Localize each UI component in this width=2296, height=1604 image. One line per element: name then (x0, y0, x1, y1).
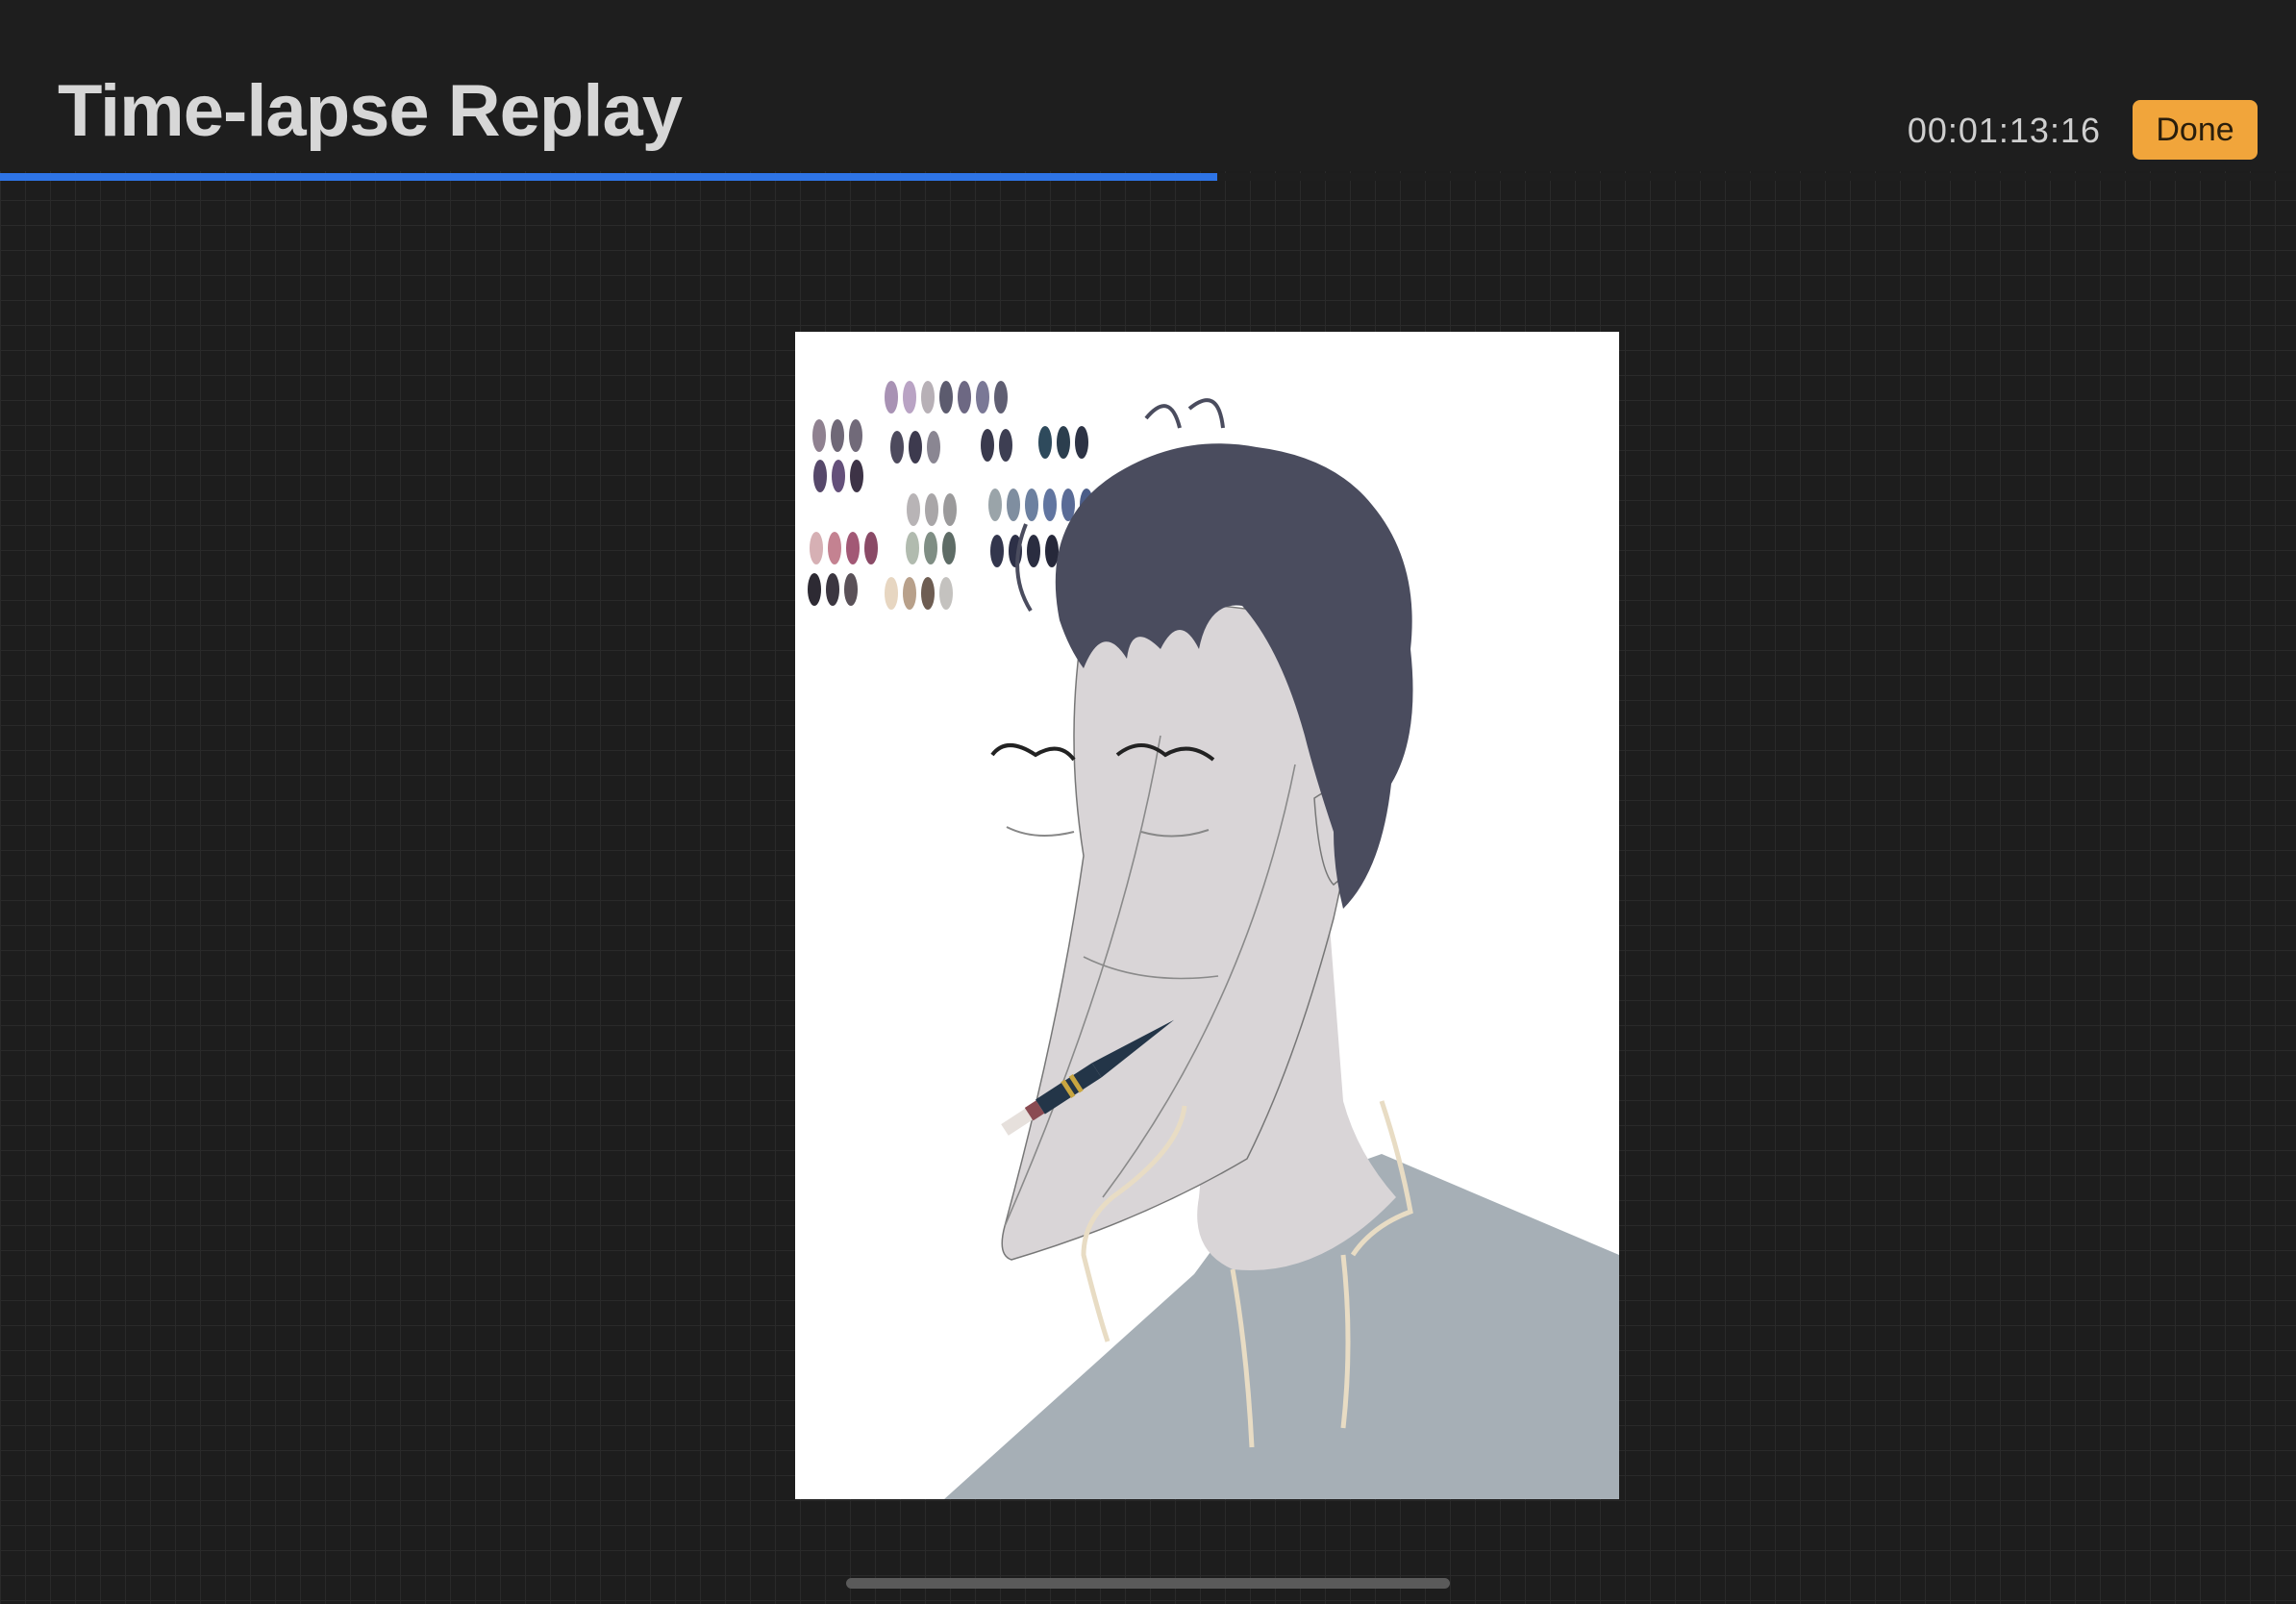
color-swatch (890, 431, 904, 464)
color-swatch (828, 532, 841, 564)
color-swatch (885, 577, 898, 610)
playback-timecode: 00:01:13:16 (1907, 111, 2101, 150)
color-swatch (846, 532, 860, 564)
color-swatch (1007, 489, 1020, 521)
color-swatch (927, 431, 940, 464)
color-swatch (925, 493, 938, 526)
color-swatch (831, 419, 844, 452)
color-swatch (994, 381, 1008, 414)
color-swatch (909, 431, 922, 464)
color-swatch (942, 532, 956, 564)
playback-progress-fill (0, 173, 1217, 181)
color-swatch (812, 419, 826, 452)
color-swatch (1043, 489, 1057, 521)
color-swatch (981, 429, 994, 462)
color-swatch (943, 493, 957, 526)
header-bar: Time-lapse Replay 00:01:13:16 Done (0, 0, 2296, 171)
color-swatch (939, 381, 953, 414)
color-swatch (988, 489, 1002, 521)
artwork-canvas[interactable] (795, 332, 1619, 1499)
color-swatch (921, 381, 935, 414)
color-swatch (810, 532, 823, 564)
color-swatch (849, 419, 862, 452)
color-swatch (864, 532, 878, 564)
timelapse-replay-screen: Time-lapse Replay 00:01:13:16 Done (0, 0, 2296, 1604)
color-swatch (939, 577, 953, 610)
color-swatch (1057, 426, 1070, 459)
color-swatch (808, 573, 821, 606)
color-swatch (844, 573, 858, 606)
color-swatch (826, 573, 839, 606)
color-swatch (850, 460, 863, 492)
artwork-illustration (808, 381, 1619, 1499)
playback-progress-bar[interactable] (0, 173, 2296, 181)
color-swatch (907, 493, 920, 526)
color-swatch (1075, 426, 1088, 459)
color-swatch (903, 381, 916, 414)
color-swatch (832, 460, 845, 492)
color-swatch (813, 460, 827, 492)
color-swatch (1027, 535, 1040, 567)
done-button[interactable]: Done (2133, 100, 2258, 160)
color-swatch (990, 535, 1004, 567)
color-swatch (924, 532, 937, 564)
color-swatch (976, 381, 989, 414)
color-swatch (921, 577, 935, 610)
color-swatch (958, 381, 971, 414)
page-title: Time-lapse Replay (58, 70, 683, 152)
home-indicator[interactable] (846, 1578, 1450, 1589)
color-swatch (885, 381, 898, 414)
color-swatch (903, 577, 916, 610)
color-swatch (1038, 426, 1052, 459)
color-swatch (999, 429, 1012, 462)
color-swatch (1045, 535, 1059, 567)
color-swatch (1025, 489, 1038, 521)
color-swatch (906, 532, 919, 564)
